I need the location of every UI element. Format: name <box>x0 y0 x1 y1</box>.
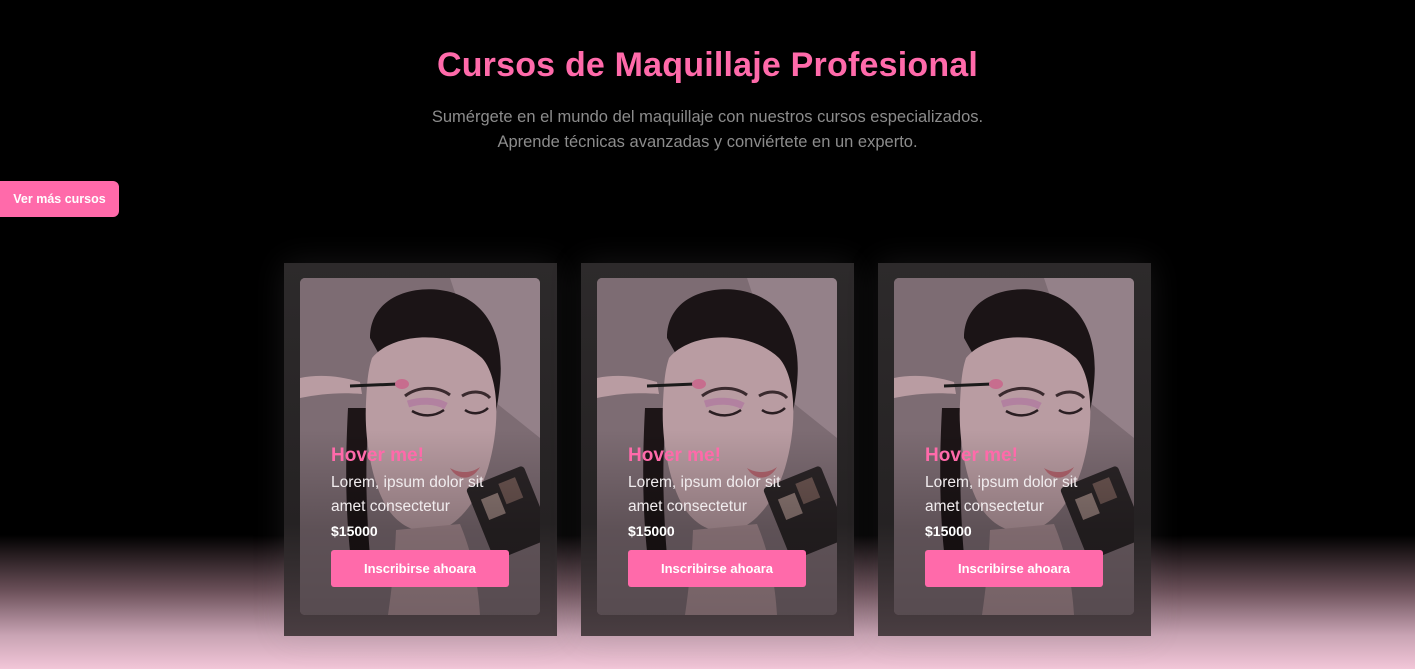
description-line: amet consectetur <box>331 498 450 515</box>
course-card[interactable]: Hover me! Lorem, ipsum dolor sit amet co… <box>597 278 837 615</box>
card-description: Lorem, ipsum dolor sit amet consectetur <box>925 471 1125 519</box>
card-price: $15000 <box>925 523 972 539</box>
card-price: $15000 <box>331 523 378 539</box>
enroll-button[interactable]: Inscribirse ahoara <box>628 550 806 587</box>
course-card-content: Hover me! Lorem, ipsum dolor sit amet co… <box>628 443 828 587</box>
description-line: amet consectetur <box>628 498 747 515</box>
description-line: amet consectetur <box>925 498 1044 515</box>
card-heading: Hover me! <box>925 445 1018 466</box>
description-line: Lorem, ipsum dolor sit <box>925 474 1078 491</box>
enroll-button[interactable]: Inscribirse ahoara <box>331 550 509 587</box>
enroll-button[interactable]: Inscribirse ahoara <box>925 550 1103 587</box>
course-card-frame: Hover me! Lorem, ipsum dolor sit amet co… <box>581 263 854 636</box>
description-line: Lorem, ipsum dolor sit <box>331 474 484 491</box>
course-card-frame: Hover me! Lorem, ipsum dolor sit amet co… <box>284 263 557 636</box>
card-description: Lorem, ipsum dolor sit amet consectetur <box>331 471 531 519</box>
course-card[interactable]: Hover me! Lorem, ipsum dolor sit amet co… <box>894 278 1134 615</box>
course-card-frame: Hover me! Lorem, ipsum dolor sit amet co… <box>878 263 1151 636</box>
course-cards: Hover me! Lorem, ipsum dolor sit amet co… <box>0 0 1415 669</box>
card-heading: Hover me! <box>628 445 721 466</box>
course-card-content: Hover me! Lorem, ipsum dolor sit amet co… <box>925 443 1125 587</box>
course-card-content: Hover me! Lorem, ipsum dolor sit amet co… <box>331 443 531 587</box>
description-line: Lorem, ipsum dolor sit <box>628 474 781 491</box>
card-heading: Hover me! <box>331 445 424 466</box>
card-description: Lorem, ipsum dolor sit amet consectetur <box>628 471 828 519</box>
card-price: $15000 <box>628 523 675 539</box>
course-card[interactable]: Hover me! Lorem, ipsum dolor sit amet co… <box>300 278 540 615</box>
